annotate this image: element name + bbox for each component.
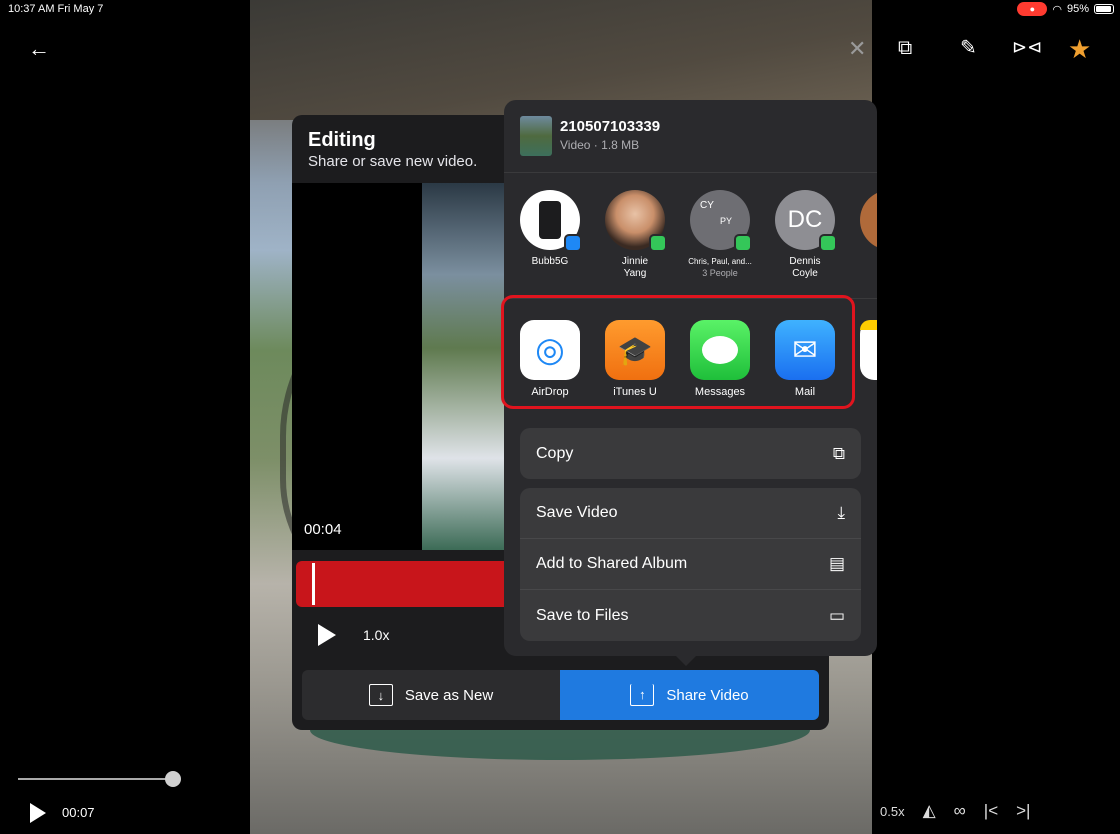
share-frame-icon[interactable]: ⧉ [898, 38, 912, 58]
status-right: ● ◠ 95% [1017, 2, 1114, 16]
file-thumbnail [520, 116, 552, 156]
notes-strip [860, 320, 877, 330]
loop-icon[interactable]: ∞ [954, 801, 966, 821]
next-frame-icon[interactable]: >| [1016, 801, 1030, 821]
contact-sub: 3 People [702, 268, 738, 278]
group-initials-a: CY [700, 200, 714, 211]
action-label: Add to Shared Album [536, 555, 688, 572]
airdrop-badge-icon [564, 234, 582, 252]
battery-percent: 95% [1066, 3, 1089, 15]
group-avatar: CY PY [690, 190, 752, 252]
avatar: DC [775, 190, 837, 252]
flip-icon[interactable]: ◭ [923, 801, 936, 821]
playback-speed[interactable]: 1.0x [363, 627, 389, 643]
action-group-save: Save Video ⤓ Add to Shared Album ▤ Save … [520, 488, 861, 641]
timeline-track[interactable] [18, 778, 173, 780]
editing-timestamp: 00:04 [304, 521, 342, 538]
contact-name: Chris, Paul, and... [688, 257, 752, 266]
scrub-handle[interactable] [312, 563, 315, 605]
contact-name: T [850, 256, 877, 268]
group-initials-b: PY [720, 216, 733, 226]
timeline-knob[interactable] [165, 771, 181, 787]
save-as-new-button[interactable]: ↓ Save as New [302, 670, 560, 720]
contact-jinnie-yang[interactable]: Jinnie Yang [595, 190, 675, 280]
star-icon[interactable]: ★ [1068, 36, 1091, 62]
edit-icon[interactable]: ✎ [960, 38, 977, 58]
screen-record-icon: ● [1017, 2, 1048, 16]
editing-actions: ↓ Save as New ↑ Share Video [302, 670, 819, 720]
contact-name: Dennis Coyle [789, 256, 821, 279]
editing-title: Editing [308, 129, 376, 151]
messages-badge-icon [734, 234, 752, 252]
avatar-initials: DC [787, 206, 823, 233]
share-video-button[interactable]: ↑ Share Video [560, 670, 819, 720]
add-to-shared-album-action[interactable]: Add to Shared Album ▤ [520, 539, 861, 590]
wifi-icon: ◠ [1052, 3, 1062, 16]
file-name: 210507103339 [560, 118, 661, 135]
share-video-label: Share Video [666, 686, 749, 704]
folder-icon: ▭ [828, 605, 845, 625]
contact-partial[interactable]: T [850, 190, 877, 268]
avatar [860, 190, 877, 250]
contact-bubb5g[interactable]: Bubb5G [510, 190, 590, 268]
copy-icon: ⧉ [832, 443, 845, 463]
bottom-controls: 0.5x ◭ ∞ |< >| [880, 801, 1030, 821]
previous-frame-icon[interactable]: |< [984, 801, 998, 821]
markup-off-icon[interactable]: ✕ [848, 38, 866, 60]
battery-icon [1094, 4, 1114, 14]
save-to-files-action[interactable]: Save to Files ▭ [520, 590, 861, 641]
play-icon[interactable] [30, 803, 46, 823]
phone-icon [539, 201, 561, 239]
contact-name: Bubb5G [531, 256, 569, 267]
messages-badge-icon [649, 234, 667, 252]
notes-icon [860, 320, 877, 380]
action-label: Save Video [536, 504, 618, 521]
save-down-icon: ⤓ [837, 503, 845, 522]
action-group-copy: Copy ⧉ [520, 428, 861, 479]
share-up-icon: ↑ [630, 684, 655, 706]
highlight-box [501, 295, 855, 409]
file-meta: Video · 1.8 MB [560, 138, 640, 152]
contact-name: Jinnie Yang [621, 256, 649, 279]
split-view-icon[interactable]: ⊳⊲ [1012, 38, 1042, 56]
save-video-action[interactable]: Save Video ⤓ [520, 488, 861, 539]
avatar [605, 190, 667, 252]
play-icon[interactable] [318, 624, 336, 646]
save-down-icon: ↓ [368, 684, 393, 706]
shared-album-icon: ▤ [828, 554, 845, 573]
editing-subtitle: Share or save new video. [308, 153, 478, 170]
playback-speed[interactable]: 0.5x [880, 804, 905, 819]
action-label: Save to Files [536, 606, 629, 624]
playback-time: 00:07 [62, 805, 95, 820]
arrow-left-icon[interactable]: ← [28, 38, 50, 60]
copy-action[interactable]: Copy ⧉ [520, 428, 861, 479]
save-as-new-label: Save as New [404, 686, 494, 704]
messages-badge-icon [819, 234, 837, 252]
contact-group[interactable]: CY PY Chris, Paul, and... 3 People [680, 190, 760, 278]
avatar [520, 190, 582, 252]
divider [504, 172, 877, 173]
contact-dennis-coyle[interactable]: DC Dennis Coyle [765, 190, 845, 280]
action-label: Copy [536, 444, 574, 462]
status-time: 10:37 AM Fri May 7 [8, 3, 104, 15]
status-bar: 10:37 AM Fri May 7 ● ◠ 95% [0, 0, 1120, 18]
